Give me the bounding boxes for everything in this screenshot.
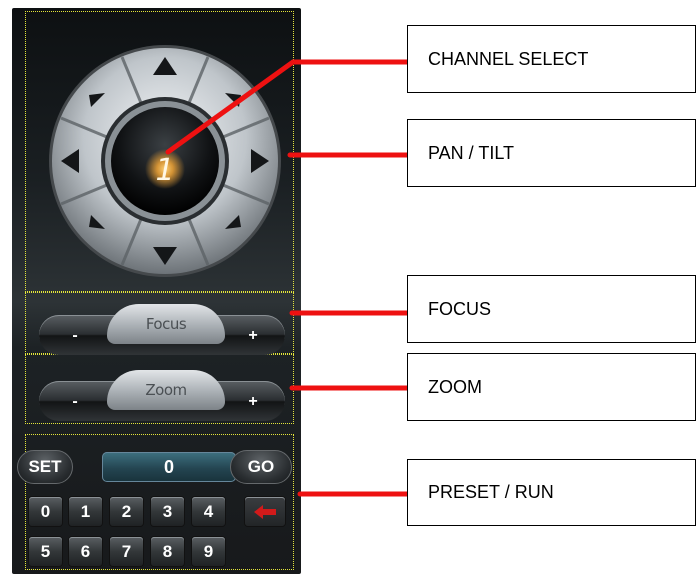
preset-run-label: PRESET / RUN	[407, 459, 696, 526]
channel-select-callout	[165, 59, 410, 155]
zoom-annotation-label: ZOOM	[407, 353, 696, 421]
pan-tilt-label: PAN / TILT	[407, 119, 696, 187]
channel-select-label: CHANNEL SELECT	[407, 25, 696, 93]
focus-annotation-label: FOCUS	[407, 275, 696, 343]
